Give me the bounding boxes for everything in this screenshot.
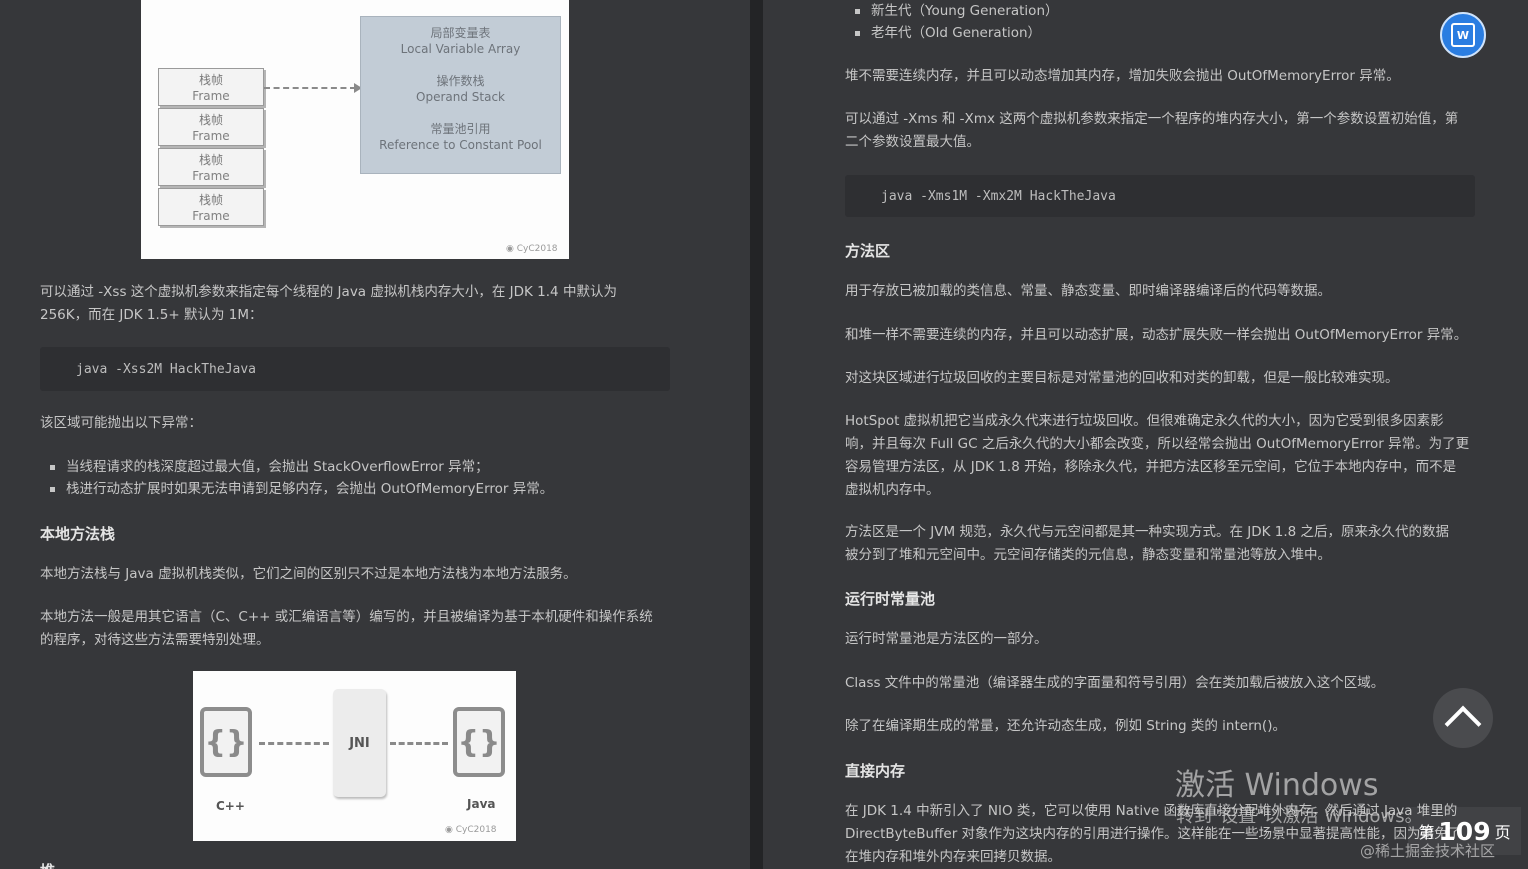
paragraph: Class 文件中的常量池（编译器生成的字面量和符号引用）会在类加载后被放入这个… [845,675,1385,691]
frame-detail-box: 局部变量表 Local Variable Array 操作数栈 Operand St… [360,16,561,174]
left-page: 栈帧 Frame 栈帧 Frame 栈帧 Frame 栈帧 Frame 局部变量表 Loc… [0,0,750,869]
section-heading: 本地方法栈 [40,525,116,543]
cpp-label: C++ [216,799,245,813]
frame-box: 栈帧 Frame [158,148,264,186]
list-item: 老年代（Old Generation） [845,22,1059,44]
frame-box: 栈帧 Frame [158,68,264,106]
page-gutter [750,0,763,869]
code-block[interactable]: java -Xms1M -Xmx2M HackTheJava [845,175,1475,217]
paragraph: 本地方法一般是用其它语言（C、C++ 或汇编语言等）编写的，并且被编译为基于本机… [40,609,653,648]
jni-figure: {} JNI {} C++ Java ◉ CyC2018 [193,671,516,841]
list-item: 新生代（Young Generation） [845,0,1059,22]
activation-subtitle: 转到"设置"以激活 Windows。 [1176,806,1423,827]
stack-frame-figure: 栈帧 Frame 栈帧 Frame 栈帧 Frame 栈帧 Frame 局部变量表 Loc… [141,0,569,259]
frame-en-label: Frame [192,209,230,223]
section-heading: 方法区 [845,242,891,260]
section-heading: 直接内存 [845,762,906,780]
frame-cn-label: 栈帧 [198,193,223,207]
frame-cn-label: 栈帧 [198,73,223,87]
frame-box: 栈帧 Frame [158,108,264,146]
paragraph: 可以通过 -Xms 和 -Xmx 这两个虚拟机参数来指定一个程序的堆内存大小，第… [845,111,1459,150]
right-page: 新生代（Young Generation） 老年代（Old Generation… [763,0,1528,869]
site-watermark: @稀土掘金技术社区 [1360,842,1496,860]
code-block[interactable]: java -Xss2M HackTheJava [40,347,670,391]
paragraph: 和堆一样不需要连续的内存，并且可以动态扩展，动态扩展失败一样会抛出 OutOfM… [845,327,1468,343]
section-heading: 运行时常量池 [845,590,936,608]
activation-title: 激活 Windows [1175,768,1379,803]
lva-cn-label: 局部变量表 [430,26,491,40]
frame-en-label: Frame [192,169,230,183]
paragraph: 对这块区域进行垃圾回收的主要目标是对常量池的回收和对类的卸载，但是一般比较难实现… [845,370,1399,386]
paragraph: 除了在编译期生成的常量，还允许动态生成，例如 String 类的 intern(… [845,718,1286,734]
list-item: 栈进行动态扩展时如果无法申请到足够内存，会抛出 OutOfMemoryError… [40,478,553,500]
paragraph: 本地方法栈与 Java 虚拟机栈类似，它们之间的区别只不过是本地方法栈为本地方法… [40,566,577,582]
scroll-to-top-button[interactable] [1433,688,1493,748]
section-heading-cut: 堆 [40,860,55,869]
cpp-brace-icon: {} [200,707,252,777]
paragraph: 运行时常量池是方法区的一部分。 [845,631,1048,647]
frame-cn-label: 栈帧 [198,113,223,127]
list-item: 当线程请求的栈深度超过最大值，会抛出 StackOverflowError 异常… [40,456,553,478]
dashed-arrow [259,742,329,745]
lva-en-label: Local Variable Array [400,42,521,56]
paragraph: 该区域可能抛出以下异常： [40,415,202,431]
frame-stack: 栈帧 Frame 栈帧 Frame 栈帧 Frame 栈帧 Frame [158,68,264,228]
frame-cn-label: 栈帧 [198,153,223,167]
dashed-arrow [390,742,448,745]
page-suffix: 页 [1494,823,1511,842]
figure-credit: ◉ CyC2018 [445,825,497,835]
figure-credit: ◉ CyC2018 [506,244,558,254]
rcp-en-label: Reference to Constant Pool [379,138,542,152]
paragraph: 用于存放已被加载的类信息、常量、静态变量、即时编译器编译后的代码等数据。 [845,283,1331,299]
paragraph: 堆不需要连续内存，并且可以动态增加其内存，增加失败会抛出 OutOfMemory… [845,68,1400,84]
chevron-up-icon [1444,705,1482,743]
java-label: Java [467,797,496,811]
java-brace-icon: {} [453,707,505,777]
frame-en-label: Frame [192,89,230,103]
bullet-list: 新生代（Young Generation） 老年代（Old Generation… [845,0,1059,44]
word-icon: W [1451,23,1475,47]
jni-box: JNI [333,689,386,797]
word-app-button[interactable]: W [1440,12,1486,58]
paragraph: 方法区是一个 JVM 规范，永久代与元空间都是其一种实现方式。在 JDK 1.8… [845,524,1450,563]
dashed-arrow [264,83,362,93]
os-cn-label: 操作数栈 [436,74,485,88]
frame-box: 栈帧 Frame [158,188,264,226]
os-en-label: Operand Stack [416,90,505,104]
rcp-cn-label: 常量池引用 [430,122,491,136]
paragraph: 可以通过 -Xss 这个虚拟机参数来指定每个线程的 Java 虚拟机栈内存大小，… [40,284,617,323]
paragraph: HotSpot 虚拟机把它当成永久代来进行垃圾回收。但很难确定永久代的大小，因为… [845,413,1470,498]
frame-en-label: Frame [192,129,230,143]
bullet-list: 当线程请求的栈深度超过最大值，会抛出 StackOverflowError 异常… [40,456,553,500]
